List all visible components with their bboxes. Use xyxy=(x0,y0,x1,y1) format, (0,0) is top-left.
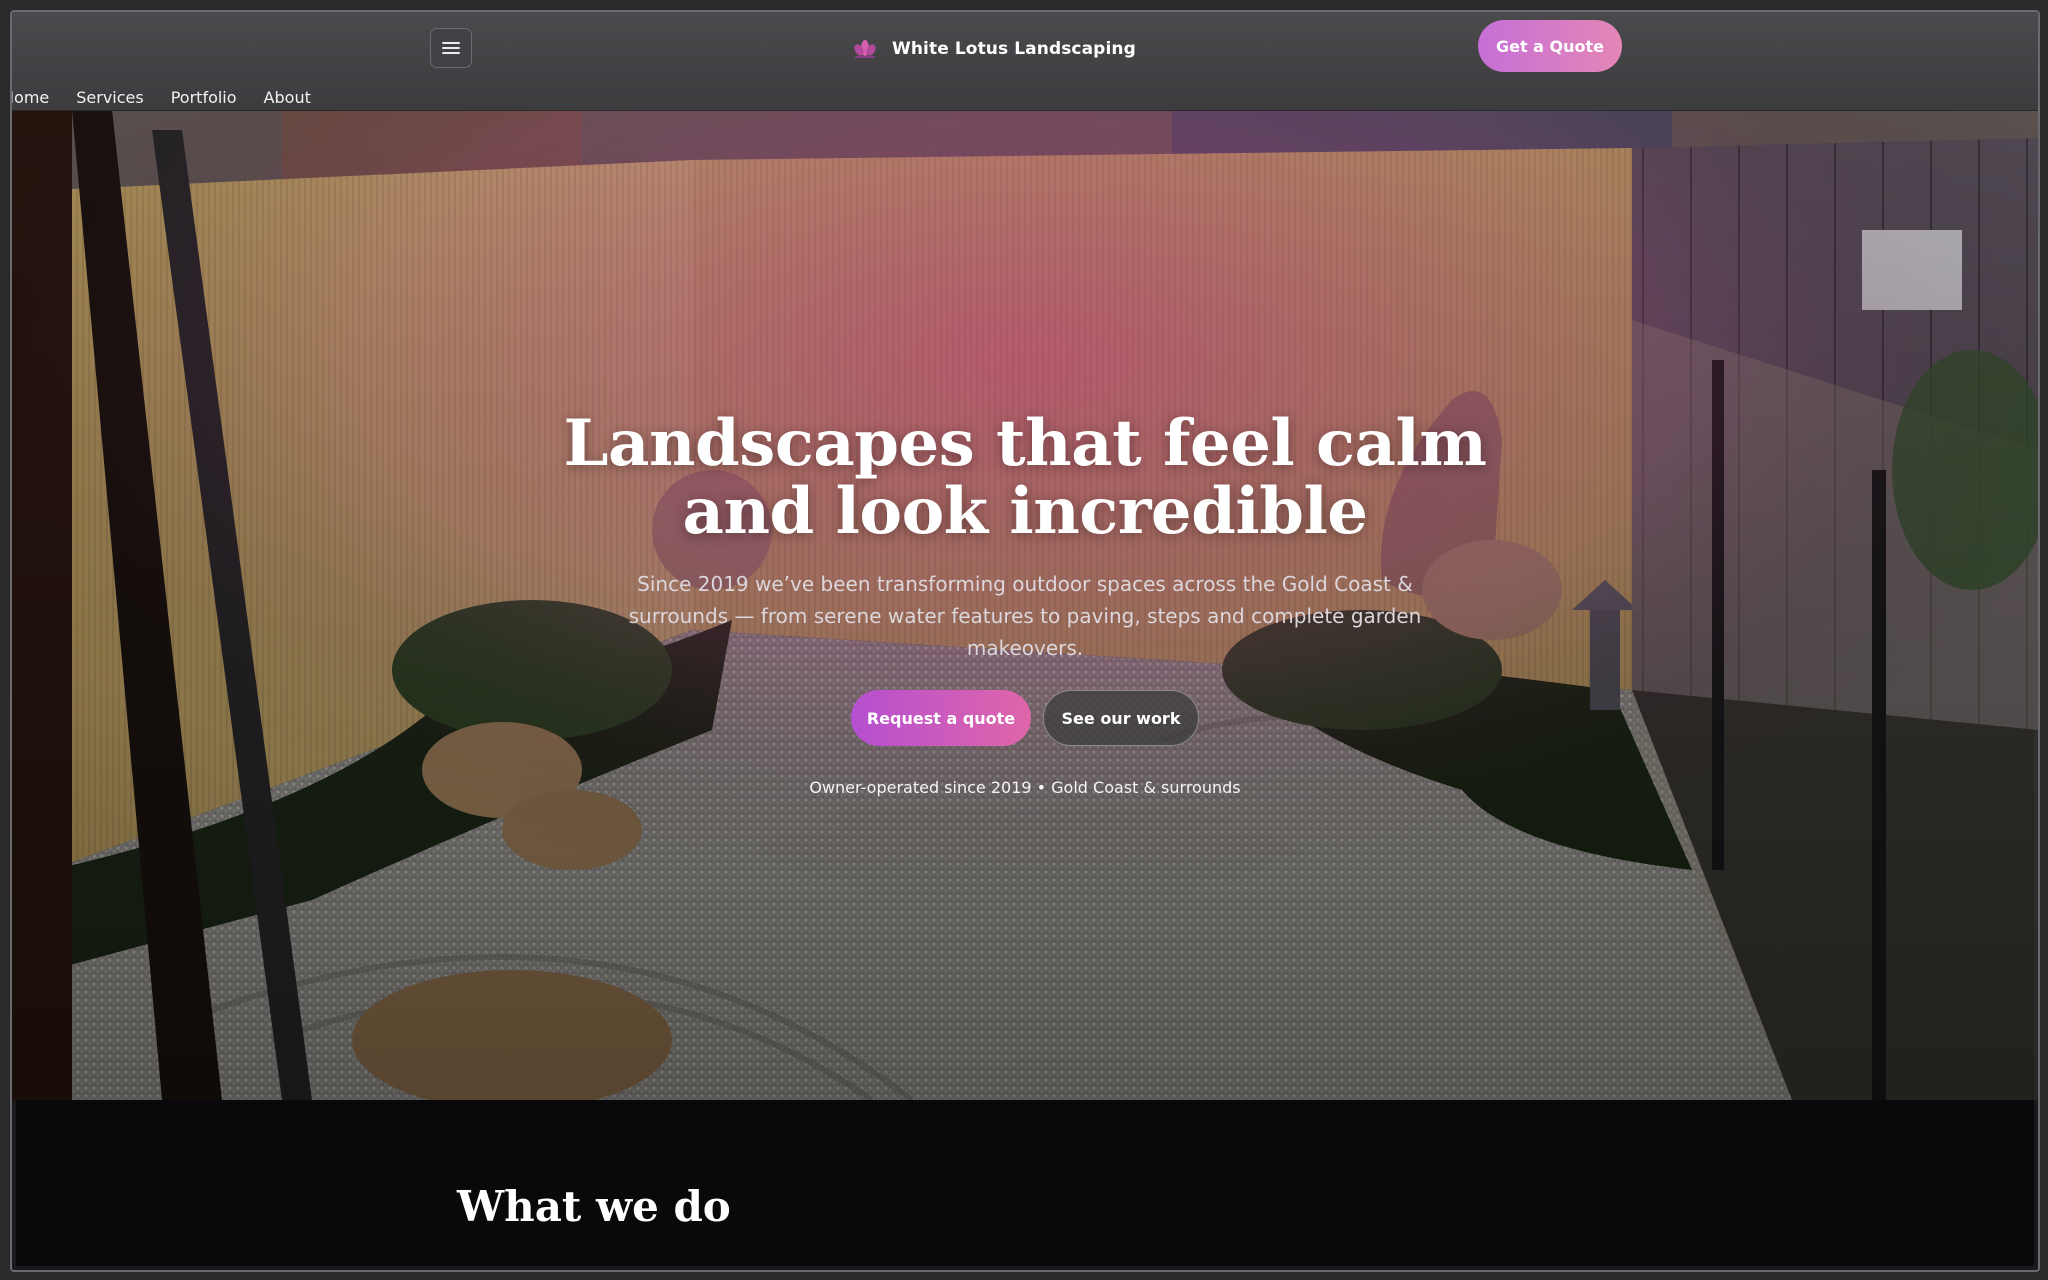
hero-content: Landscapes that feel calm and look incre… xyxy=(512,410,1538,798)
brand-name: White Lotus Landscaping xyxy=(892,39,1136,59)
hero-title-line2: and look incredible xyxy=(682,474,1368,549)
section-title-what-we-do: What we do xyxy=(457,1182,731,1231)
menu-toggle-button[interactable] xyxy=(430,28,472,68)
request-quote-button[interactable]: Request a quote xyxy=(851,690,1031,746)
hero-title-line1: Landscapes that feel calm xyxy=(563,406,1487,481)
hero-section: Landscapes that feel calm and look incre… xyxy=(12,110,2038,1100)
brand[interactable]: White Lotus Landscaping xyxy=(850,34,1136,64)
site-header: White Lotus Landscaping Get a Quote Home… xyxy=(12,12,2038,111)
get-quote-button[interactable]: Get a Quote xyxy=(1478,20,1622,72)
nav-item-portfolio[interactable]: Portfolio xyxy=(171,88,237,107)
nav-item-about[interactable]: About xyxy=(264,88,311,107)
lotus-logo-icon xyxy=(854,40,876,58)
hero-subtitle: Since 2019 we’ve been transforming outdo… xyxy=(628,572,1422,660)
nav-item-services[interactable]: Services xyxy=(76,88,143,107)
hamburger-menu-icon xyxy=(442,42,460,54)
main-nav: Home Services Portfolio About xyxy=(12,88,311,107)
nav-item-home[interactable]: Home xyxy=(12,88,49,107)
hero-buttons: Request a quote See our work xyxy=(512,690,1538,746)
hero-title: Landscapes that feel calm and look incre… xyxy=(512,410,1538,546)
hero-note: Owner-operated since 2019 • Gold Coast &… xyxy=(809,778,1241,797)
see-our-work-button[interactable]: See our work xyxy=(1043,690,1199,746)
browser-viewport: White Lotus Landscaping Get a Quote Home… xyxy=(10,10,2040,1272)
